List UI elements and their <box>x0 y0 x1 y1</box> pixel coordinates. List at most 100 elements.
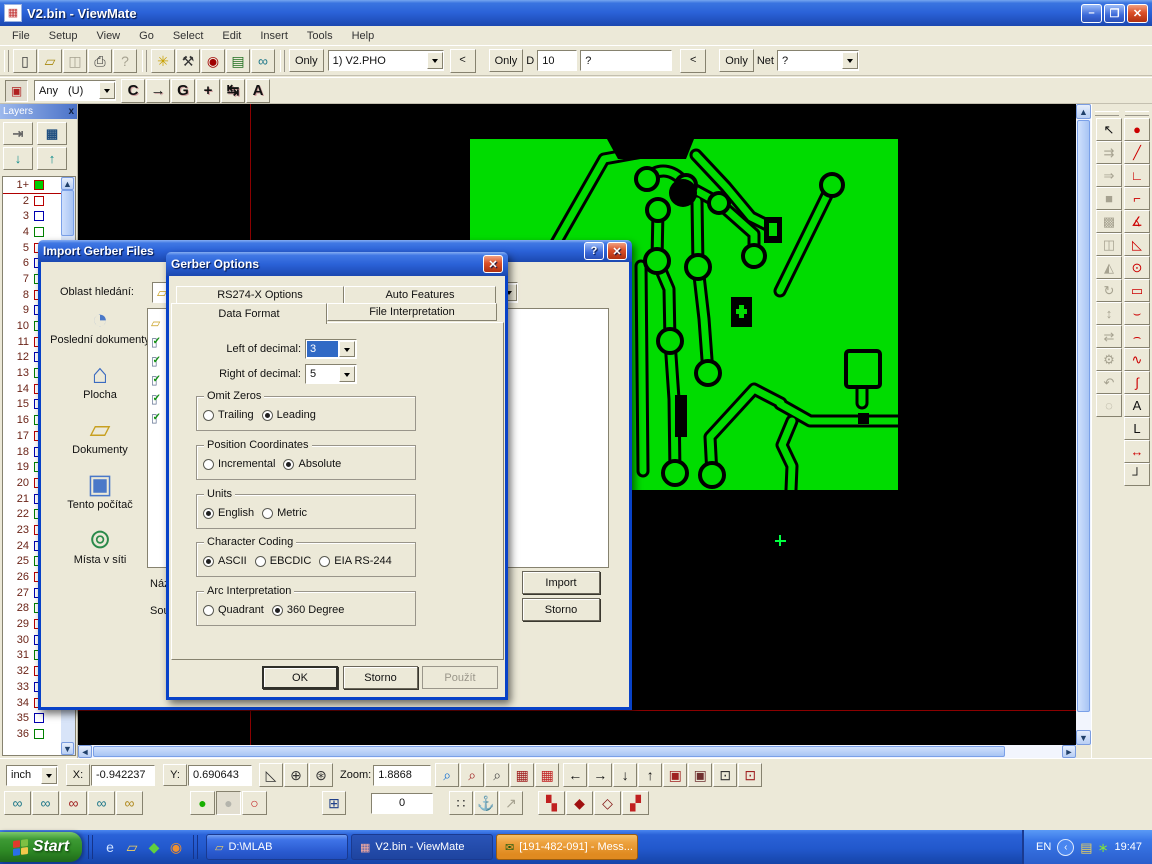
move-view-button[interactable]: ▣ <box>688 763 712 787</box>
help-button[interactable]: ? <box>584 242 604 260</box>
tab[interactable]: RS274-X Options <box>176 286 344 304</box>
radio-option[interactable]: Absolute <box>283 458 341 470</box>
close-icon[interactable]: x <box>68 106 74 117</box>
layer-dim-bulb-button[interactable]: ● <box>216 791 241 815</box>
draw-corner-button[interactable]: ┘ <box>1124 463 1150 486</box>
ie-icon[interactable]: e <box>99 835 121 859</box>
scroll-up-icon[interactable]: ▲ <box>1076 104 1091 119</box>
apply-button[interactable]: Použít <box>422 666 498 689</box>
import-button[interactable]: Import <box>522 571 600 594</box>
close-button[interactable]: ✕ <box>483 255 503 273</box>
layer-on-bulb-button[interactable]: ● <box>190 791 215 815</box>
layer-row[interactable]: 3 <box>3 208 61 224</box>
measure-film-button[interactable]: ⚒ <box>176 49 200 73</box>
layer-color-swatch[interactable] <box>34 211 44 221</box>
zoom-tool-button[interactable]: ⌕ <box>435 763 459 787</box>
draw-triangle-button[interactable]: ◺ <box>1124 233 1150 256</box>
angle-measure-button[interactable]: ◺ <box>259 763 283 787</box>
menu-item[interactable]: Help <box>343 28 385 44</box>
previous-dcode-button[interactable]: < <box>680 49 706 73</box>
layer-select-combo[interactable]: 1) V2.PHO <box>328 50 444 71</box>
task-messenger[interactable]: ✉ [191-482-091] - Mess... <box>496 834 638 860</box>
draw-line-button[interactable]: ╱ <box>1124 141 1150 164</box>
restore-button[interactable]: ❐ <box>1104 4 1125 23</box>
radio-option[interactable]: English <box>203 507 254 519</box>
save-button[interactable]: ◫ <box>63 49 87 73</box>
active-layer-button[interactable]: ⇥ <box>3 122 33 145</box>
trace-mode-button[interactable]: ▞ <box>622 791 649 815</box>
tray-icq-icon[interactable]: ∗ <box>1098 841 1109 854</box>
place-desktop[interactable]: ⌂ Plocha <box>50 359 150 401</box>
fill-pattern-button[interactable]: ▩ <box>1096 210 1122 233</box>
step-repeat-button[interactable]: ⚙ <box>1096 348 1122 371</box>
chevron-down-icon[interactable] <box>339 366 355 382</box>
radio-option[interactable]: Trailing <box>203 409 254 421</box>
tool-align-button[interactable]: ↹ <box>221 79 245 103</box>
layer-color-swatch[interactable] <box>34 713 44 723</box>
scroll-down-icon[interactable]: ▼ <box>61 742 74 755</box>
pad-mode-button[interactable]: ◇ <box>594 791 621 815</box>
stretch-button[interactable]: ↗ <box>499 791 523 815</box>
chevron-down-icon[interactable] <box>427 52 443 69</box>
lasso-button[interactable]: ◌ <box>1096 394 1122 417</box>
layer-color-swatch[interactable] <box>34 180 44 190</box>
gerber-file-icon[interactable]: ▯ ✓ <box>151 332 161 351</box>
scroll-up-icon[interactable]: ▲ <box>61 177 74 190</box>
layers-panel-header[interactable]: Layers x <box>0 104 77 119</box>
minimize-button[interactable]: – <box>1081 4 1102 23</box>
only-layer-button[interactable]: Only <box>289 49 324 72</box>
zoom-dcode-button[interactable]: ⌕ <box>485 763 509 787</box>
print-button[interactable]: ⎙ <box>88 49 112 73</box>
text-tool-button[interactable]: A <box>1124 394 1150 417</box>
radio-icon[interactable] <box>262 508 273 519</box>
draw-angle-arc-button[interactable]: ∡ <box>1124 210 1150 233</box>
mirror-button[interactable]: ◫ <box>1096 233 1122 256</box>
pan-down-button[interactable]: ↓ <box>613 763 637 787</box>
toolbar-grip[interactable] <box>4 50 9 72</box>
draw-arc-up-button[interactable]: ⌣ <box>1124 302 1150 325</box>
fill-solid-button[interactable]: ■ <box>1096 187 1122 210</box>
active-dcode-input[interactable]: 0 <box>371 793 433 814</box>
only-dcode-button[interactable]: Only <box>489 49 524 72</box>
horizontal-scrollbar[interactable]: ◄ ► <box>78 745 1076 758</box>
right-of-decimal-combo[interactable]: 5 <box>305 364 357 384</box>
menu-item[interactable]: Edit <box>213 28 251 44</box>
dialog-title-bar[interactable]: Gerber Options ✕ <box>166 252 508 276</box>
gerber-file-icon[interactable]: ▯ ✓ <box>151 389 161 408</box>
close-button[interactable]: ✕ <box>1127 4 1148 23</box>
chevron-down-icon[interactable] <box>339 341 355 357</box>
radio-option[interactable]: Metric <box>262 507 307 519</box>
radio-icon[interactable] <box>203 410 214 421</box>
zoom-selection-button[interactable]: ⌕ <box>460 763 484 787</box>
radio-option[interactable]: EIA RS-244 <box>319 555 391 567</box>
horizontal-scroll-thumb[interactable] <box>93 746 1005 757</box>
draw-circle-button[interactable]: ⊙ <box>1124 256 1150 279</box>
dcode-filter-input[interactable]: ? <box>580 50 672 71</box>
layer-up-button[interactable]: ↑ <box>37 147 67 170</box>
menu-item[interactable]: View <box>87 28 130 44</box>
vertical-scroll-thumb[interactable] <box>1077 120 1090 712</box>
close-button[interactable]: ✕ <box>607 242 627 260</box>
net-select-combo[interactable]: ? <box>777 50 859 71</box>
select-area-button[interactable]: ⊡ <box>738 763 762 787</box>
new-button[interactable]: ▯ <box>13 49 37 73</box>
menu-item[interactable]: Insert <box>251 28 298 44</box>
radio-option[interactable]: ASCII <box>203 555 247 567</box>
origin-button[interactable]: ⊕ <box>284 763 308 787</box>
pan-left-button[interactable]: ← <box>563 763 587 787</box>
tab[interactable]: Data Format <box>171 303 327 324</box>
layers-scroll-thumb[interactable] <box>61 190 74 236</box>
layer-row[interactable]: 2 <box>3 193 61 209</box>
dcode-film-button[interactable]: ◉ <box>201 49 225 73</box>
view-pads-glasses-button[interactable]: ∞ <box>4 791 31 815</box>
layer-row[interactable]: 35 <box>3 710 61 726</box>
scroll-down-icon[interactable]: ▼ <box>1076 730 1091 745</box>
flip-button[interactable]: ◭ <box>1096 256 1122 279</box>
grid-split-button[interactable]: ⊞ <box>322 791 346 815</box>
tool-add-button[interactable]: + <box>196 79 220 103</box>
tool-g-button[interactable]: G <box>171 79 195 103</box>
inspect-glasses-button[interactable]: ∞ <box>251 49 275 73</box>
menu-item[interactable]: Select <box>164 28 214 44</box>
layer-off-bulb-button[interactable]: ○ <box>242 791 267 815</box>
radio-icon[interactable] <box>283 459 294 470</box>
